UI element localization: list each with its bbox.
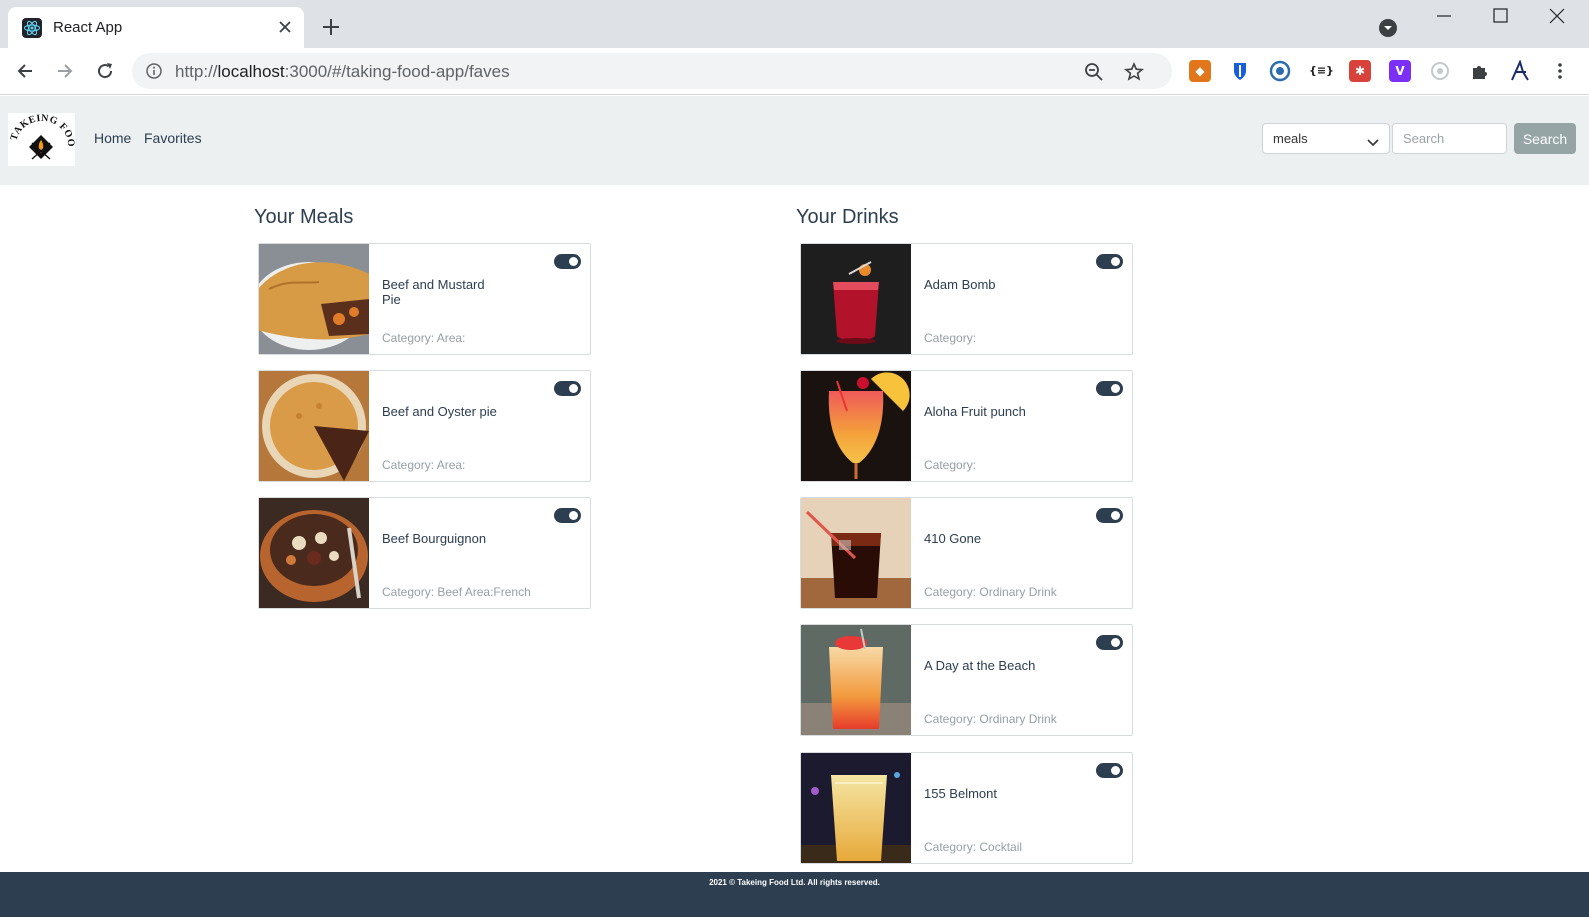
drink-meta: Category: Ordinary Drink bbox=[924, 712, 1057, 726]
favorite-toggle[interactable] bbox=[554, 254, 581, 269]
favorite-toggle[interactable] bbox=[1096, 508, 1123, 523]
copyright-text: 2021 © Takeing Food Ltd. All rights rese… bbox=[709, 878, 880, 887]
drink-card[interactable]: Aloha Fruit punch Category: bbox=[800, 370, 1133, 482]
url-host: localhost bbox=[217, 62, 285, 81]
favorite-toggle[interactable] bbox=[1096, 763, 1123, 778]
address-bar[interactable]: http://localhost:3000/#/taking-food-app/… bbox=[132, 53, 1172, 89]
metamask-extension-icon[interactable]: ◆ bbox=[1189, 60, 1211, 82]
bitwarden-extension-icon[interactable] bbox=[1229, 60, 1251, 82]
site-logo[interactable]: TAKEING FOOD bbox=[4, 105, 76, 166]
meal-title: Beef and Mustard Pie bbox=[382, 277, 485, 307]
drink-image bbox=[801, 244, 911, 354]
bookmark-star-icon[interactable] bbox=[1123, 62, 1145, 82]
meal-image bbox=[259, 498, 369, 608]
tab-search-icon[interactable] bbox=[1379, 19, 1397, 37]
meal-title: Beef and Oyster pie bbox=[382, 404, 497, 419]
meal-meta: Category: Area: bbox=[382, 458, 466, 472]
profile-avatar-icon[interactable] bbox=[1509, 59, 1531, 82]
nav-link-favorites[interactable]: Favorites bbox=[144, 130, 202, 146]
favorite-toggle[interactable] bbox=[554, 508, 581, 523]
browser-tab[interactable]: React App bbox=[8, 7, 304, 48]
drink-card[interactable]: 410 Gone Category: Ordinary Drink bbox=[800, 497, 1133, 609]
back-arrow-icon[interactable] bbox=[14, 60, 36, 82]
type-select-value: meals bbox=[1273, 131, 1308, 146]
drink-meta: Category: Ordinary Drink bbox=[924, 585, 1057, 599]
meal-title: Beef Bourguignon bbox=[382, 531, 487, 546]
drink-meta: Category: Cocktail bbox=[924, 840, 1023, 854]
minimize-icon[interactable] bbox=[1432, 6, 1456, 26]
nav-link-home[interactable]: Home bbox=[94, 130, 131, 146]
drink-image bbox=[801, 498, 911, 608]
meal-card[interactable]: Beef and Oyster pie Category: Area: bbox=[258, 370, 591, 482]
drink-title: 155 Belmont bbox=[924, 786, 997, 801]
favorite-toggle[interactable] bbox=[554, 381, 581, 396]
extension-v-icon[interactable]: V bbox=[1389, 60, 1411, 82]
search-input[interactable] bbox=[1392, 123, 1507, 154]
puzzle-extensions-icon[interactable] bbox=[1469, 60, 1491, 82]
drink-card[interactable]: Adam Bomb Category: bbox=[800, 243, 1133, 355]
meal-image bbox=[259, 371, 369, 481]
meals-title: Your Meals bbox=[254, 206, 354, 228]
site-footer: 2021 © Takeing Food Ltd. All rights rese… bbox=[0, 872, 1589, 917]
favorite-toggle[interactable] bbox=[1096, 635, 1123, 650]
extension-circle-icon[interactable] bbox=[1269, 60, 1291, 82]
browser-tabstrip: React App bbox=[0, 0, 1589, 48]
drink-card[interactable]: 155 Belmont Category: Cocktail bbox=[800, 752, 1133, 864]
meal-meta: Category: Area: bbox=[382, 331, 466, 345]
info-icon[interactable] bbox=[146, 63, 162, 79]
url-path: :3000/#/taking-food-app/faves bbox=[284, 62, 510, 81]
drinks-title: Your Drinks bbox=[796, 206, 899, 228]
close-icon[interactable] bbox=[276, 18, 294, 36]
tab-title: React App bbox=[53, 19, 123, 36]
favorite-toggle[interactable] bbox=[1096, 254, 1123, 269]
drink-image bbox=[801, 371, 911, 481]
json-extension-icon[interactable]: {≡} bbox=[1309, 60, 1334, 82]
type-select[interactable]: meals bbox=[1262, 123, 1390, 154]
forward-arrow-icon[interactable] bbox=[54, 60, 76, 82]
url-text[interactable]: http://localhost:3000/#/taking-food-app/… bbox=[175, 62, 510, 82]
extension-grey-icon[interactable] bbox=[1429, 60, 1451, 82]
zoom-out-icon[interactable] bbox=[1084, 62, 1104, 82]
meal-card[interactable]: Beef and Mustard Pie Category: Area: bbox=[258, 243, 591, 355]
drink-image bbox=[801, 753, 911, 863]
meal-meta: Category: Beef Area:French bbox=[382, 585, 531, 599]
extension-red-icon[interactable]: ✱ bbox=[1349, 60, 1371, 82]
drink-card[interactable]: A Day at the Beach Category: Ordinary Dr… bbox=[800, 624, 1133, 736]
drink-meta: Category: bbox=[924, 458, 977, 472]
drink-title: 410 Gone bbox=[924, 531, 982, 546]
meal-image bbox=[259, 244, 369, 354]
drink-title: A Day at the Beach bbox=[924, 658, 1036, 673]
meal-card[interactable]: Beef Bourguignon Category: Beef Area:Fre… bbox=[258, 497, 591, 609]
app-navbar: TAKEING FOOD Home Favorites meals Search bbox=[0, 96, 1589, 185]
window-close-icon[interactable] bbox=[1545, 6, 1569, 26]
reload-icon[interactable] bbox=[94, 60, 116, 82]
new-tab-icon[interactable] bbox=[321, 17, 341, 37]
chevron-down-icon bbox=[1367, 134, 1379, 147]
favorite-toggle[interactable] bbox=[1096, 381, 1123, 396]
drink-image bbox=[801, 625, 911, 735]
url-scheme: http:// bbox=[175, 62, 218, 81]
maximize-icon[interactable] bbox=[1488, 6, 1512, 26]
drink-title: Aloha Fruit punch bbox=[924, 404, 1026, 419]
search-button[interactable]: Search bbox=[1514, 123, 1576, 154]
react-logo-icon bbox=[22, 18, 42, 38]
kebab-menu-icon[interactable] bbox=[1549, 60, 1571, 82]
drink-meta: Category: bbox=[924, 331, 977, 345]
drink-title: Adam Bomb bbox=[924, 277, 996, 292]
